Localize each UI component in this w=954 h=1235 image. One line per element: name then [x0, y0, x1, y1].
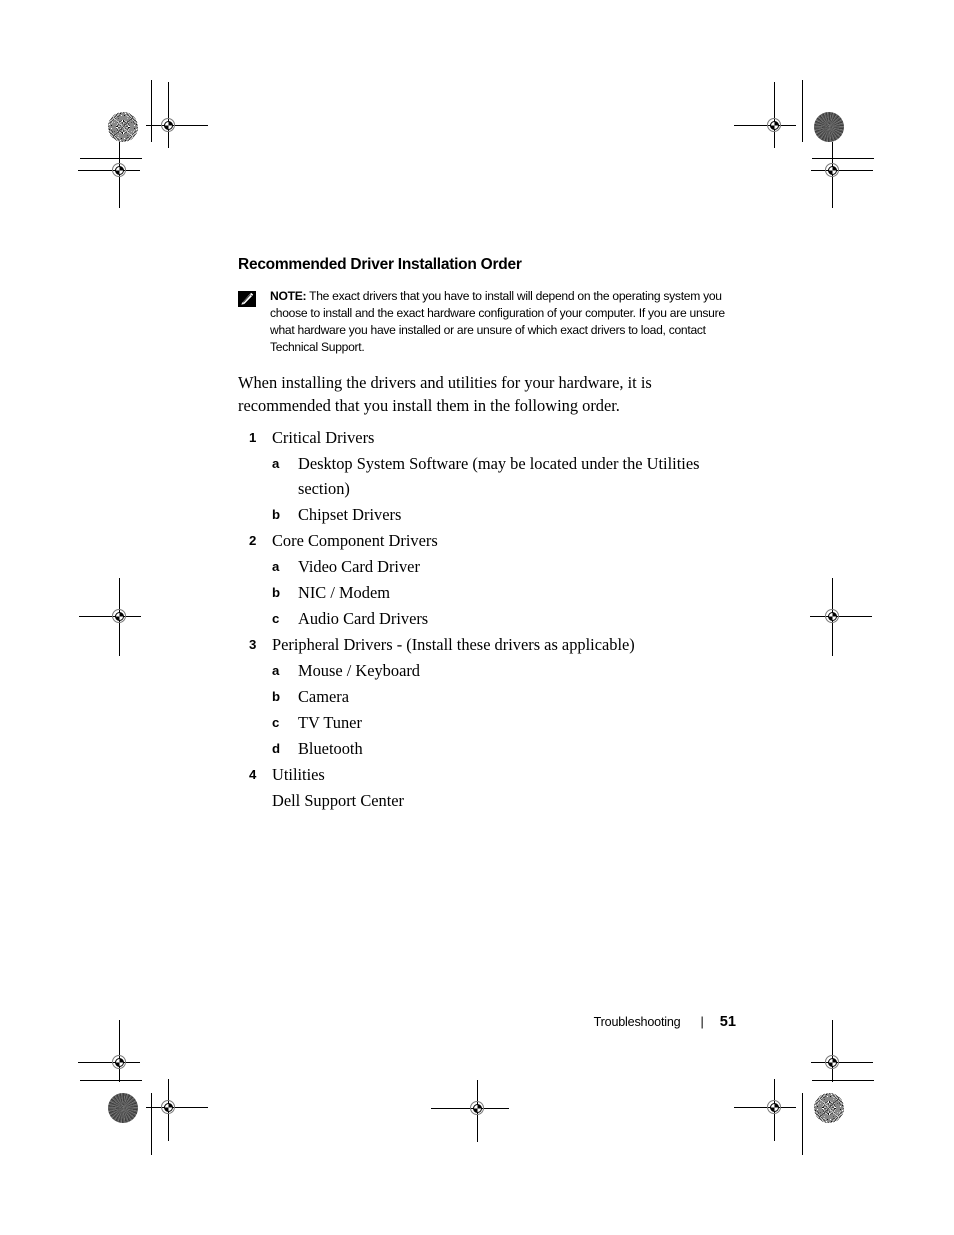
- note-body: The exact drivers that you have to insta…: [270, 288, 725, 355]
- sub-list: a Desktop System Software (may be locate…: [272, 451, 748, 527]
- sub-list-item-label: Desktop System Software (may be located …: [298, 453, 700, 498]
- pencil-note-icon: [238, 290, 256, 307]
- page-footer: Troubleshooting | 51: [238, 1014, 736, 1030]
- halftone-dot-bottom-left: [108, 1093, 138, 1123]
- note-label: NOTE:: [270, 288, 307, 303]
- registration-target-top-right-inner: [734, 82, 796, 148]
- driver-install-order-list: 1 Critical Drivers a Desktop System Soft…: [238, 425, 748, 787]
- list-item: 2 Core Component Drivers a Video Card Dr…: [238, 528, 748, 631]
- sub-list-item-label: Audio Card Drivers: [298, 608, 429, 628]
- sub-list-marker: b: [272, 584, 281, 600]
- sub-list-item-label: Bluetooth: [298, 738, 363, 758]
- sub-list-item-label: Camera: [298, 686, 349, 706]
- sub-list-item-label: TV Tuner: [298, 712, 362, 732]
- section-heading: Recommended Driver Installation Order: [238, 256, 522, 273]
- footer-chapter-name: Troubleshooting: [593, 1015, 681, 1029]
- registration-target-bottom-right-inner: [734, 1079, 796, 1141]
- list-continuation-line: Dell Support Center: [272, 790, 405, 810]
- sub-list-item-label: Video Card Driver: [298, 556, 420, 576]
- sub-list: a Mouse / Keyboard b Camera c TV Tuner d…: [272, 658, 748, 761]
- registration-target-bottom-center: [431, 1080, 509, 1142]
- sub-list-marker: a: [272, 662, 280, 678]
- trim-line-bottom-left-vertical: [151, 1093, 152, 1155]
- list-item-label: Core Component Drivers: [272, 530, 438, 550]
- registration-target-bottom-right-outer: [811, 1020, 873, 1082]
- list-marker: 3: [249, 636, 257, 652]
- halftone-dot-top-right: [814, 112, 844, 142]
- sub-list-item-label: Chipset Drivers: [298, 504, 402, 524]
- sub-list-item: b Camera: [272, 684, 748, 709]
- footer-separator: |: [700, 1015, 704, 1029]
- list-item: 1 Critical Drivers a Desktop System Soft…: [238, 425, 748, 527]
- sub-list-marker: a: [272, 455, 280, 471]
- sub-list-marker: d: [272, 740, 281, 756]
- registration-target-top-right-outer: [811, 142, 873, 208]
- sub-list-item: b NIC / Modem: [272, 580, 748, 605]
- list-item: 4 Utilities: [238, 762, 748, 787]
- registration-target-top-left-outer: [78, 142, 140, 208]
- trim-line-top-right-horizontal: [812, 158, 874, 159]
- list-item-label: Critical Drivers: [272, 427, 375, 447]
- registration-target-bottom-left-inner: [146, 1079, 208, 1141]
- list-item-label: Utilities: [272, 764, 325, 784]
- sub-list-item: a Desktop System Software (may be locate…: [272, 451, 748, 501]
- page-content: Recommended Driver Installation Order NO…: [238, 256, 748, 813]
- sub-list-item: c TV Tuner: [272, 710, 748, 735]
- registration-target-middle-left: [79, 578, 141, 656]
- sub-list-marker: c: [272, 714, 280, 730]
- sub-list-marker: b: [272, 506, 281, 522]
- sub-list: a Video Card Driver b NIC / Modem c Audi…: [272, 554, 748, 631]
- sub-list-item: b Chipset Drivers: [272, 502, 748, 527]
- sub-list-item: c Audio Card Drivers: [272, 606, 748, 631]
- trim-line-bottom-right-vertical: [802, 1093, 803, 1155]
- sub-list-marker: b: [272, 688, 281, 704]
- halftone-dot-top-left: [108, 112, 138, 142]
- trim-line-bottom-right-horizontal: [812, 1080, 874, 1081]
- list-marker: 1: [249, 429, 257, 445]
- list-marker: 4: [249, 766, 257, 782]
- sub-list-item: a Video Card Driver: [272, 554, 748, 579]
- sub-list-marker: a: [272, 558, 280, 574]
- trim-line-top-left-vertical: [151, 80, 152, 142]
- registration-target-middle-right: [810, 578, 872, 656]
- page-number: 51: [719, 1014, 736, 1030]
- note-text: NOTE: The exact drivers that you have to…: [270, 288, 748, 357]
- sub-list-item: a Mouse / Keyboard: [272, 658, 748, 683]
- sub-list-item-label: NIC / Modem: [298, 582, 390, 602]
- list-item-label: Peripheral Drivers - (Install these driv…: [272, 634, 635, 654]
- halftone-dot-bottom-right: [814, 1093, 844, 1123]
- list-item: 3 Peripheral Drivers - (Install these dr…: [238, 632, 748, 761]
- registration-target-bottom-left-outer: [78, 1020, 140, 1082]
- sub-list-item-label: Mouse / Keyboard: [298, 660, 420, 680]
- trim-line-top-left-horizontal: [80, 158, 142, 159]
- list-marker: 2: [249, 532, 257, 548]
- sub-list-marker: c: [272, 610, 280, 626]
- trim-line-top-right-vertical: [802, 80, 803, 142]
- sub-list-item: d Bluetooth: [272, 736, 748, 761]
- note-callout: NOTE: The exact drivers that you have to…: [238, 288, 748, 357]
- trim-line-bottom-left-horizontal: [80, 1080, 142, 1081]
- intro-paragraph: When installing the drivers and utilitie…: [238, 372, 652, 415]
- registration-target-top-left-inner: [146, 82, 208, 148]
